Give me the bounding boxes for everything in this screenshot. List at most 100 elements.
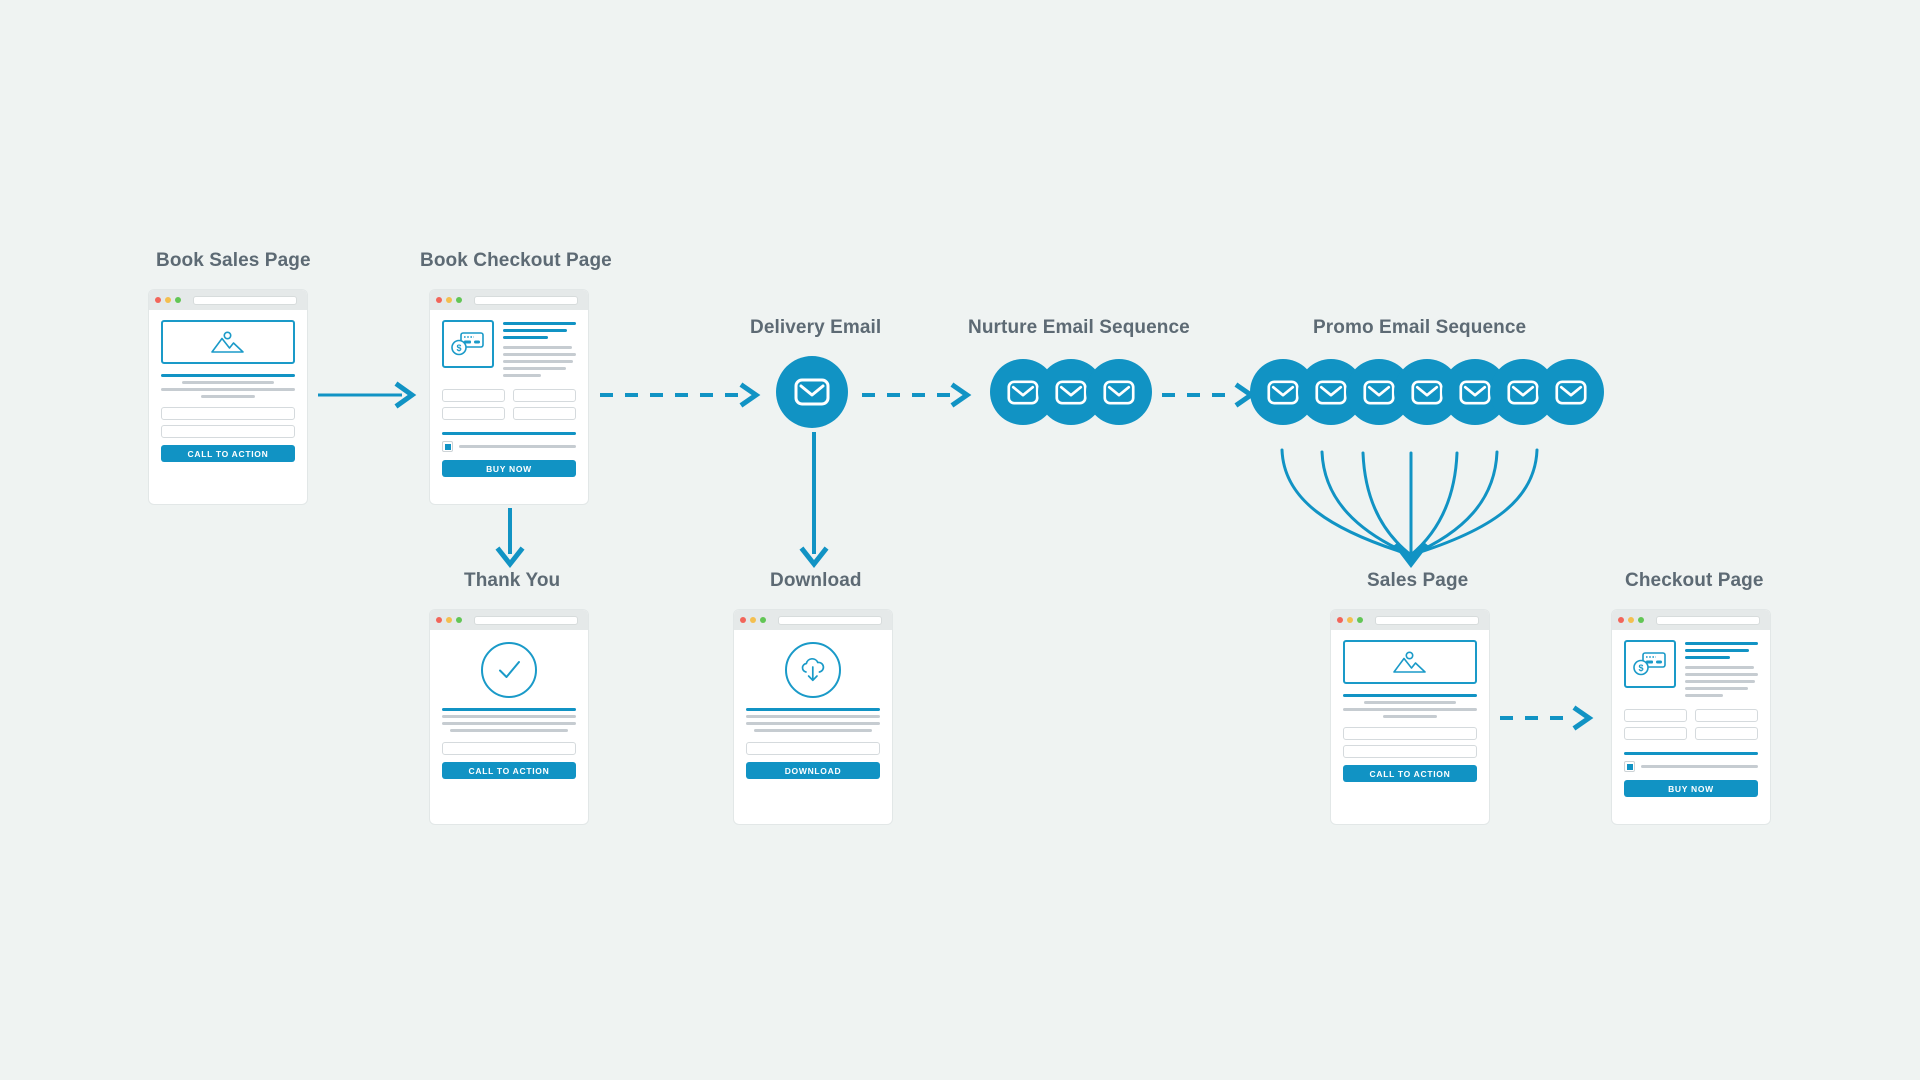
browser-mockup-thank-you[interactable]: CALL TO ACTION: [429, 609, 589, 825]
form-field[interactable]: [1695, 727, 1758, 740]
form-field[interactable]: [1343, 745, 1477, 758]
page-body: DOWNLOAD: [734, 630, 892, 791]
form-field[interactable]: [442, 742, 576, 755]
browser-chrome: [149, 290, 307, 310]
form-field[interactable]: [513, 389, 576, 402]
connector-book-checkout-to-delivery-email: [600, 382, 761, 408]
divider: [1624, 752, 1758, 755]
cta-button[interactable]: CALL TO ACTION: [442, 762, 576, 779]
checkout-fields-row: [1624, 727, 1758, 745]
funnel-diagram-canvas: Book Sales Page Book Checkout Page Deliv…: [0, 0, 1920, 1080]
window-close-dot: [1337, 617, 1343, 623]
cta-button[interactable]: BUY NOW: [1624, 780, 1758, 797]
product-text-lines: [503, 320, 576, 381]
browser-mockup-book-checkout-page[interactable]: $ BUY NOW: [429, 289, 589, 505]
window-minimize-dot: [1347, 617, 1353, 623]
envelope-icon: [1411, 380, 1443, 404]
svg-text:$: $: [456, 343, 461, 353]
label-book-checkout-page: Book Checkout Page: [420, 250, 612, 271]
form-field[interactable]: [1695, 709, 1758, 722]
form-field[interactable]: [746, 742, 880, 755]
headline-bar: [746, 708, 880, 711]
email-circle[interactable]: [776, 356, 848, 428]
email-node-nurture-email-sequence[interactable]: [990, 359, 1152, 425]
check-circle-icon: [499, 661, 520, 678]
label-promo-email-sequence: Promo Email Sequence: [1313, 317, 1527, 338]
browser-url-bar[interactable]: [193, 295, 297, 305]
body-line: [1685, 673, 1758, 676]
browser-url-bar[interactable]: [474, 295, 578, 305]
label-book-sales-page: Book Sales Page: [156, 250, 311, 271]
form-field[interactable]: [1624, 709, 1687, 722]
product-summary: $: [442, 320, 576, 381]
body-line: [503, 346, 572, 349]
terms-checkbox-row[interactable]: [442, 441, 576, 452]
email-node-promo-email-sequence[interactable]: [1250, 359, 1604, 425]
body-line: [201, 395, 255, 398]
checkbox-icon[interactable]: [442, 441, 453, 452]
body-line: [450, 729, 568, 732]
email-circle[interactable]: [1086, 359, 1152, 425]
label-sales-page: Sales Page: [1367, 570, 1469, 591]
headline-bar: [1685, 649, 1750, 652]
page-body: $ BUY NOW: [1612, 630, 1770, 809]
browser-url-bar[interactable]: [1375, 615, 1479, 625]
body-line: [161, 388, 295, 391]
checkout-fields-row: [442, 407, 576, 425]
download-badge: [785, 642, 841, 698]
browser-mockup-checkout-page[interactable]: $ BUY NOW: [1611, 609, 1771, 825]
headline-bar: [1685, 642, 1758, 645]
window-maximize-dot: [760, 617, 766, 623]
window-close-dot: [155, 297, 161, 303]
window-close-dot: [436, 297, 442, 303]
envelope-icon: [1507, 380, 1539, 404]
window-maximize-dot: [456, 617, 462, 623]
payment-image-box: $: [442, 320, 494, 368]
terms-checkbox-row[interactable]: [1624, 761, 1758, 772]
form-field[interactable]: [513, 407, 576, 420]
connector-delivery-email-to-nurture-sequence: [862, 382, 972, 408]
form-field[interactable]: [161, 407, 295, 420]
checkbox-label-line: [1641, 765, 1758, 768]
cta-button[interactable]: DOWNLOAD: [746, 762, 880, 779]
browser-mockup-download[interactable]: DOWNLOAD: [733, 609, 893, 825]
envelope-icon: [1315, 380, 1347, 404]
form-field[interactable]: [1343, 727, 1477, 740]
cloud-download-icon: [801, 657, 825, 682]
payment-image-box: $: [1624, 640, 1676, 688]
browser-url-bar[interactable]: [1656, 615, 1760, 625]
window-minimize-dot: [750, 617, 756, 623]
email-node-delivery-email[interactable]: [776, 356, 848, 428]
body-line: [503, 367, 566, 370]
body-line: [503, 353, 576, 356]
email-circle[interactable]: [1538, 359, 1604, 425]
connector-promo-sequence-to-sales-page: [1280, 448, 1539, 568]
form-field[interactable]: [442, 389, 505, 402]
browser-url-bar[interactable]: [778, 615, 882, 625]
cta-button[interactable]: BUY NOW: [442, 460, 576, 477]
window-maximize-dot: [1638, 617, 1644, 623]
browser-mockup-book-sales-page[interactable]: CALL TO ACTION: [148, 289, 308, 505]
envelope-icon: [1055, 380, 1087, 404]
form-field[interactable]: [1624, 727, 1687, 740]
hero-image-placeholder: [1343, 640, 1477, 684]
window-maximize-dot: [1357, 617, 1363, 623]
form-field[interactable]: [442, 407, 505, 420]
label-thank-you: Thank You: [464, 570, 561, 591]
body-line: [503, 374, 541, 377]
checkbox-icon[interactable]: [1624, 761, 1635, 772]
headline-bar: [503, 322, 576, 325]
window-close-dot: [436, 617, 442, 623]
label-download: Download: [770, 570, 862, 591]
form-field[interactable]: [161, 425, 295, 438]
cta-button[interactable]: CALL TO ACTION: [1343, 765, 1477, 782]
browser-url-bar[interactable]: [474, 615, 578, 625]
body-line: [1364, 701, 1456, 704]
body-line: [503, 360, 574, 363]
credit-card-dollar-icon: $: [451, 332, 484, 356]
cta-button[interactable]: CALL TO ACTION: [161, 445, 295, 462]
headline-bar: [503, 329, 568, 332]
headline-bar: [1343, 694, 1477, 697]
browser-mockup-sales-page[interactable]: CALL TO ACTION: [1330, 609, 1490, 825]
window-close-dot: [740, 617, 746, 623]
